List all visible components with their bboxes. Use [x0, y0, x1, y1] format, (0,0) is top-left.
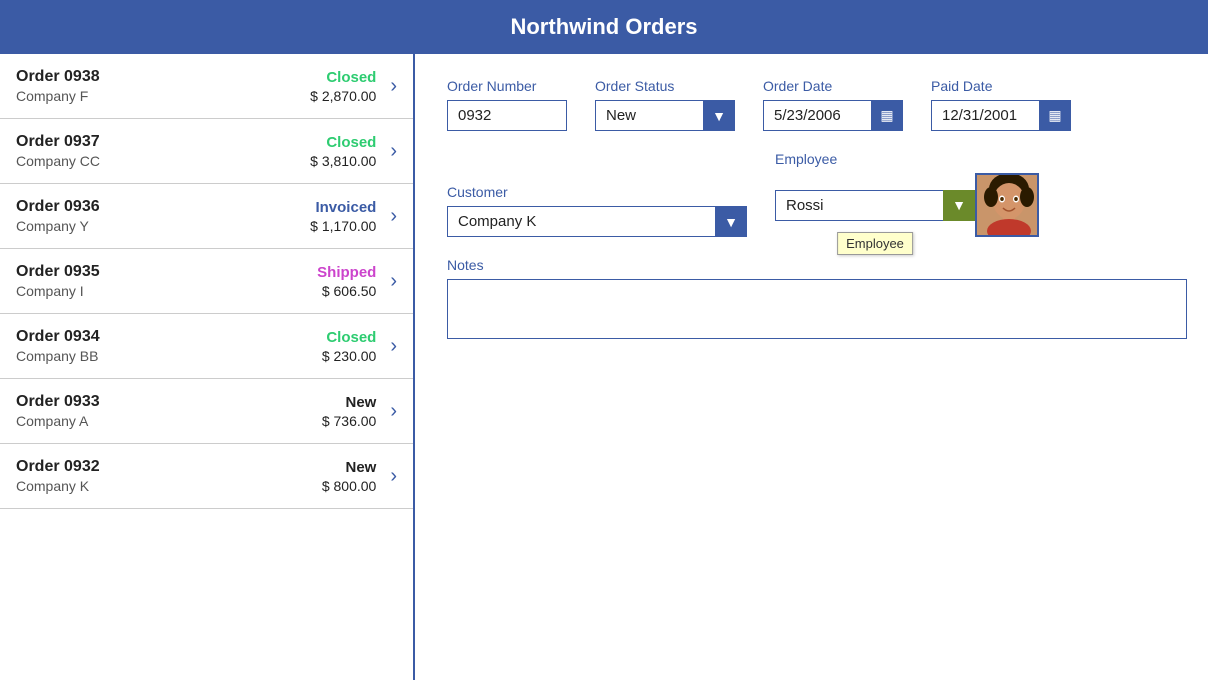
- chevron-right-icon: ›: [390, 75, 397, 98]
- paid-date-group: Paid Date ▦: [931, 78, 1071, 131]
- order-item-company: Company I: [16, 283, 317, 299]
- order-item-status: New: [322, 394, 377, 411]
- order-item-amount: $ 230.00: [322, 348, 377, 364]
- order-item-number: Order 0933: [16, 393, 322, 411]
- order-item-company: Company A: [16, 413, 322, 429]
- chevron-right-icon: ›: [390, 205, 397, 228]
- app-container: Northwind Orders Order 0938 Company F Cl…: [0, 0, 1208, 680]
- order-item-status: Invoiced: [310, 199, 376, 216]
- order-item-info: Order 0933 Company A: [16, 393, 322, 429]
- customer-select-wrapper: Company A Company BB Company CC Company …: [447, 206, 747, 237]
- order-status-select[interactable]: New Shipped Invoiced Closed: [595, 100, 735, 131]
- order-item-right: Shipped $ 606.50: [317, 264, 376, 299]
- order-item-status: Closed: [322, 329, 377, 346]
- order-item-amount: $ 3,810.00: [310, 153, 376, 169]
- order-item-company: Company F: [16, 88, 310, 104]
- form-row-2: Customer Company A Company BB Company CC…: [447, 151, 1187, 237]
- calendar-icon-2: ▦: [1048, 107, 1061, 124]
- detail-panel: Order Number Order Status New Shipped In…: [415, 54, 1208, 680]
- order-status-group: Order Status New Shipped Invoiced Closed…: [595, 78, 735, 131]
- order-item-status: Shipped: [317, 264, 376, 281]
- order-item-order-0934[interactable]: Order 0934 Company BB Closed $ 230.00 ›: [0, 314, 413, 379]
- order-number-input[interactable]: [447, 100, 567, 131]
- paid-date-wrapper: ▦: [931, 100, 1071, 131]
- chevron-right-icon: ›: [390, 140, 397, 163]
- employee-avatar-svg: [977, 175, 1039, 237]
- order-item-company: Company K: [16, 478, 322, 494]
- order-date-label: Order Date: [763, 78, 903, 94]
- notes-section: Notes: [447, 257, 1187, 339]
- order-item-order-0938[interactable]: Order 0938 Company F Closed $ 2,870.00 ›: [0, 54, 413, 119]
- order-number-label: Order Number: [447, 78, 567, 94]
- app-title: Northwind Orders: [510, 14, 697, 39]
- employee-label: Employee: [775, 151, 1039, 167]
- calendar-icon: ▦: [880, 107, 893, 124]
- order-item-number: Order 0938: [16, 68, 310, 86]
- customer-label: Customer: [447, 184, 747, 200]
- order-item-company: Company CC: [16, 153, 310, 169]
- order-item-company: Company BB: [16, 348, 322, 364]
- order-item-company: Company Y: [16, 218, 310, 234]
- order-item-info: Order 0938 Company F: [16, 68, 310, 104]
- employee-select-wrapper: Rossi Smith Johnson ▼ Employee: [775, 190, 975, 221]
- paid-date-label: Paid Date: [931, 78, 1071, 94]
- order-item-status: Closed: [310, 134, 376, 151]
- order-item-amount: $ 736.00: [322, 413, 377, 429]
- notes-textarea[interactable]: [447, 279, 1187, 339]
- order-item-order-0936[interactable]: Order 0936 Company Y Invoiced $ 1,170.00…: [0, 184, 413, 249]
- order-item-order-0935[interactable]: Order 0935 Company I Shipped $ 606.50 ›: [0, 249, 413, 314]
- chevron-right-icon: ›: [390, 335, 397, 358]
- order-item-number: Order 0937: [16, 133, 310, 151]
- order-status-select-wrapper: New Shipped Invoiced Closed ▼: [595, 100, 735, 131]
- order-item-amount: $ 2,870.00: [310, 88, 376, 104]
- order-list-panel: Order 0938 Company F Closed $ 2,870.00 ›…: [0, 54, 415, 680]
- order-item-order-0933[interactable]: Order 0933 Company A New $ 736.00 ›: [0, 379, 413, 444]
- order-item-right: Closed $ 2,870.00: [310, 69, 376, 104]
- employee-row: Rossi Smith Johnson ▼ Employee: [775, 173, 1039, 237]
- employee-photo: [975, 173, 1039, 237]
- order-item-order-0937[interactable]: Order 0937 Company CC Closed $ 3,810.00 …: [0, 119, 413, 184]
- customer-select[interactable]: Company A Company BB Company CC Company …: [447, 206, 747, 237]
- employee-group: Employee Rossi Smith Johnson ▼ Employe: [775, 151, 1039, 237]
- chevron-right-icon: ›: [390, 400, 397, 423]
- order-item-info: Order 0932 Company K: [16, 458, 322, 494]
- order-item-number: Order 0934: [16, 328, 322, 346]
- chevron-right-icon: ›: [390, 270, 397, 293]
- employee-tooltip: Employee: [837, 232, 913, 255]
- paid-date-calendar-icon[interactable]: ▦: [1039, 100, 1071, 131]
- order-date-calendar-icon[interactable]: ▦: [871, 100, 903, 131]
- order-item-right: New $ 736.00: [322, 394, 377, 429]
- order-item-info: Order 0935 Company I: [16, 263, 317, 299]
- order-item-status: Closed: [310, 69, 376, 86]
- order-item-right: Closed $ 3,810.00: [310, 134, 376, 169]
- order-item-right: Closed $ 230.00: [322, 329, 377, 364]
- form-row-1: Order Number Order Status New Shipped In…: [447, 78, 1187, 131]
- order-status-label: Order Status: [595, 78, 735, 94]
- order-item-number: Order 0932: [16, 458, 322, 476]
- order-item-status: New: [322, 459, 377, 476]
- order-item-right: Invoiced $ 1,170.00: [310, 199, 376, 234]
- notes-label: Notes: [447, 257, 1187, 273]
- employee-select[interactable]: Rossi Smith Johnson: [775, 190, 975, 221]
- customer-group: Customer Company A Company BB Company CC…: [447, 184, 747, 237]
- order-item-amount: $ 1,170.00: [310, 218, 376, 234]
- order-item-right: New $ 800.00: [322, 459, 377, 494]
- order-item-amount: $ 606.50: [317, 283, 376, 299]
- order-item-number: Order 0936: [16, 198, 310, 216]
- order-item-info: Order 0937 Company CC: [16, 133, 310, 169]
- main-layout: Order 0938 Company F Closed $ 2,870.00 ›…: [0, 54, 1208, 680]
- chevron-right-icon: ›: [390, 465, 397, 488]
- order-item-order-0932[interactable]: Order 0932 Company K New $ 800.00 ›: [0, 444, 413, 509]
- order-number-group: Order Number: [447, 78, 567, 131]
- order-item-info: Order 0934 Company BB: [16, 328, 322, 364]
- order-date-wrapper: ▦: [763, 100, 903, 131]
- app-header: Northwind Orders: [0, 0, 1208, 54]
- order-item-amount: $ 800.00: [322, 478, 377, 494]
- order-date-group: Order Date ▦: [763, 78, 903, 131]
- order-item-number: Order 0935: [16, 263, 317, 281]
- order-item-info: Order 0936 Company Y: [16, 198, 310, 234]
